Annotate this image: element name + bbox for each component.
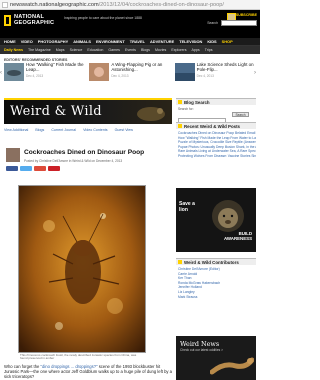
nav-home[interactable]: HOME	[4, 39, 16, 44]
site-tagline: Inspiring people to care about the plane…	[64, 16, 142, 20]
recommended-strip: How "Walking" Fish Made the Leap... Dec 4…	[4, 62, 256, 95]
recommended-item[interactable]: Lake Science Sheds Light on Pole-Flip...…	[174, 62, 256, 95]
blog-search-button[interactable]: Search	[232, 112, 249, 117]
site-header: NATIONAL GEOGRAPHIC Inspiring people to …	[0, 10, 260, 38]
carousel-next-icon[interactable]: ›	[254, 70, 259, 78]
natgeo-logo[interactable]: NATIONAL GEOGRAPHIC	[4, 14, 54, 26]
recommended-item[interactable]: How "Walking" Fish Made the Leap... Dec 4…	[4, 62, 85, 95]
nav-adventure[interactable]: ADVENTURE	[150, 39, 174, 44]
subscribe-link[interactable]: SUBSCRIBE	[236, 13, 257, 17]
contributors-header: Weird & Wild Contributors	[176, 258, 256, 265]
subnav-games[interactable]: Games	[108, 48, 120, 52]
share-buttons	[6, 166, 60, 171]
twitter-share-icon[interactable]	[20, 166, 32, 171]
recent-posts-header: Recent Weird & Wild Posts	[176, 122, 256, 129]
amber-fossil-image	[19, 186, 145, 352]
nav-television[interactable]: TELEVISION	[179, 39, 202, 44]
url-text: newswatch.nationalgeographic.com/2013/12…	[10, 1, 224, 8]
google-plus-share-icon[interactable]	[34, 166, 46, 171]
recent-post-link[interactable]: Cockroaches Dined on Dinosaur Poop Belat…	[178, 131, 256, 136]
photo-caption: This rhinoceros cockroach fossil, the ne…	[20, 353, 137, 361]
subnav-apps[interactable]: Apps	[192, 48, 200, 52]
sidebar-recent-posts: Recent Weird & Wild Posts Cockroaches Di…	[176, 122, 256, 159]
promo-subtitle: Check out our latest oddities >	[180, 348, 223, 352]
section-bullet-icon	[178, 100, 182, 104]
subnav-daily-news[interactable]: Daily News	[4, 48, 23, 52]
nav-kids[interactable]: KIDS	[207, 39, 216, 44]
header-search-input[interactable]	[221, 20, 257, 26]
nav-animals[interactable]: ANIMALS	[73, 39, 91, 44]
main-nav: HOME VIDEO PHOTOGRAPHY ANIMALS ENVIRONME…	[0, 38, 260, 46]
subnav-maps[interactable]: Maps	[56, 48, 65, 52]
blog-nav-link[interactable]: Video Contents	[83, 128, 108, 132]
weird-news-promo[interactable]: Weird News Check out our latest oddities…	[176, 336, 256, 380]
blog-nav-link[interactable]: View Additional	[4, 128, 28, 132]
pig-thumb	[89, 63, 110, 81]
nav-travel[interactable]: TRAVEL	[130, 39, 145, 44]
subnav-events[interactable]: Events	[125, 48, 136, 52]
subnav-magazine[interactable]: The Magazine	[28, 48, 51, 52]
subnav-trips[interactable]: Trips	[205, 48, 213, 52]
ad-headline: Save a lion	[179, 201, 195, 213]
ad-brand: BUILD AWARENESS	[223, 231, 252, 241]
address-bar[interactable]: newswatch.nationalgeographic.com/2013/12…	[0, 0, 260, 10]
facebook-share-icon[interactable]	[6, 166, 18, 171]
blog-banner-title: Weird & Wild	[10, 104, 102, 119]
yellow-border-logo-icon	[4, 14, 11, 26]
article-title: Cockroaches Dined on Dinosaur Poop	[24, 149, 145, 156]
page-icon	[2, 1, 8, 8]
author-avatar[interactable]	[6, 148, 20, 162]
pinterest-share-icon[interactable]	[48, 166, 60, 171]
walking-fish-thumb	[4, 63, 24, 81]
header-search-label: Search	[207, 21, 218, 25]
nav-environment[interactable]: ENVIRONMENT	[96, 39, 125, 44]
subnav-explorers[interactable]: Explorers	[171, 48, 186, 52]
sidebar-contributors: Weird & Wild Contributors Christine Dell…	[176, 258, 256, 299]
blog-nav-link[interactable]: Guest View	[115, 128, 133, 132]
lake-thumb	[174, 63, 195, 81]
save-a-lion-ad[interactable]: Save a lion BUILD AWARENESS	[176, 188, 256, 252]
blog-nav-link[interactable]: Blogs	[35, 128, 44, 132]
section-bullet-icon	[178, 260, 182, 264]
blog-nav-link[interactable]: Current Journal	[51, 128, 76, 132]
banner-accent-stripe	[4, 98, 172, 100]
cockroach-fossil-photo[interactable]	[18, 185, 146, 353]
sub-nav: Daily News The Magazine Maps Science Edu…	[0, 46, 260, 54]
article-body: Who can forget the "dino droppings ... d…	[4, 364, 172, 380]
recommended-item[interactable]: A Wing-Flapping Pig or an Astonishing...…	[89, 62, 170, 95]
recent-post-link[interactable]: Protecting Wolves From Disease: Vaccine …	[178, 154, 256, 159]
lion-ad-image	[212, 200, 244, 232]
article-byline: Posted by Christine Dell'Amore in Weird …	[24, 159, 123, 163]
subnav-movies[interactable]: Movies	[155, 48, 166, 52]
nav-photography[interactable]: PHOTOGRAPHY	[38, 39, 68, 44]
blog-nav: View Additional Blogs Current Journal Vi…	[4, 128, 139, 132]
banner-creature-image	[137, 107, 165, 121]
nav-shop[interactable]: SHOP	[222, 39, 233, 44]
subnav-blogs[interactable]: Blogs	[141, 48, 150, 52]
sidebar-search-header: Blog Search	[176, 98, 256, 105]
section-bullet-icon	[178, 124, 182, 128]
blog-banner[interactable]: Weird & Wild	[4, 98, 172, 124]
nav-video[interactable]: VIDEO	[21, 39, 33, 44]
lizard-promo-image	[210, 357, 254, 375]
contributor-link[interactable]: Mark Strauss	[178, 295, 256, 300]
promo-title: Weird News	[180, 340, 220, 348]
subnav-education[interactable]: Education	[87, 48, 103, 52]
subnav-science[interactable]: Science	[70, 48, 83, 52]
